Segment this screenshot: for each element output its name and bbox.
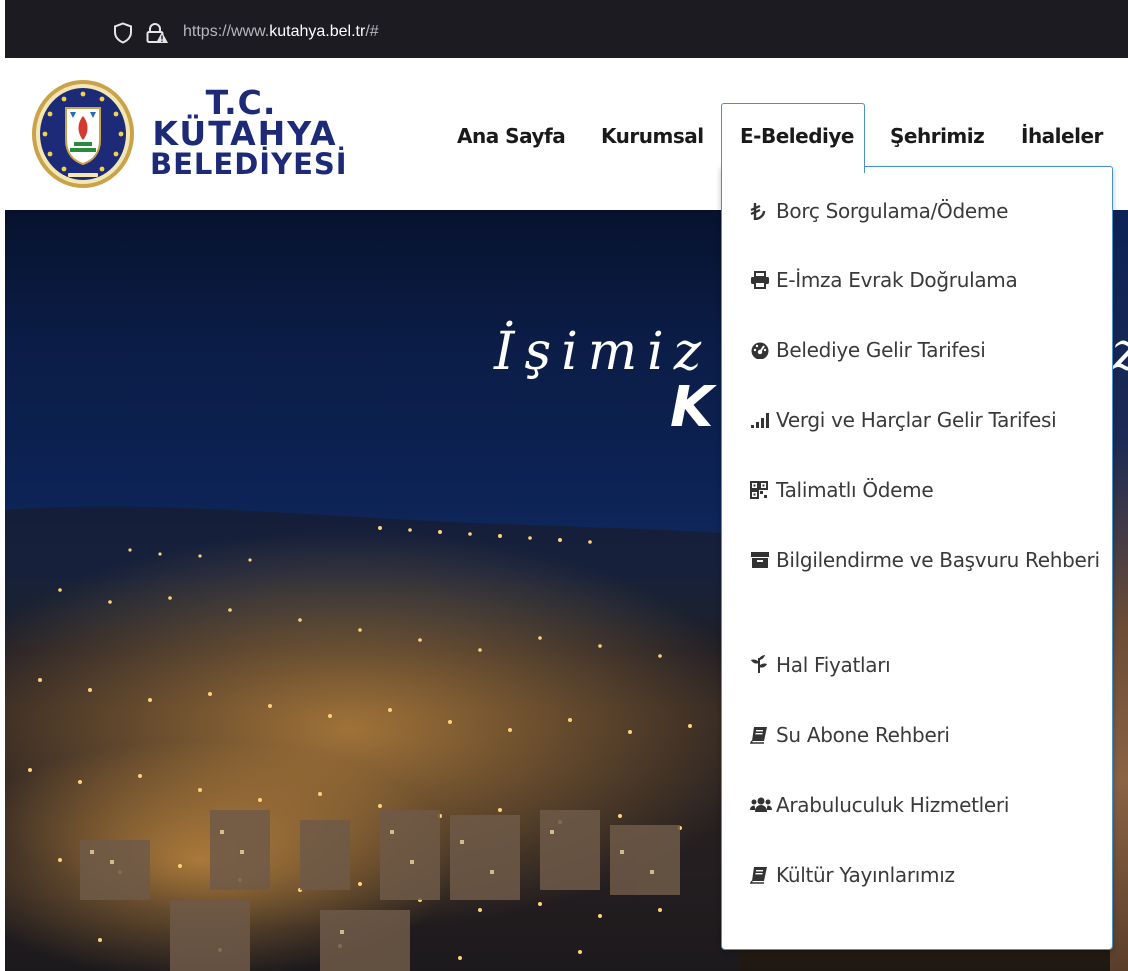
- logo-wordmark[interactable]: T.C. KÜTAHYA BELEDİYESİ: [150, 86, 348, 186]
- menu-item-label: Arabuluculuk Hizmetleri: [776, 793, 1010, 817]
- menu-item-label: Belediye Gelir Tarifesi: [776, 338, 986, 362]
- nav-kurumsal[interactable]: Kurumsal: [601, 124, 704, 148]
- url-text[interactable]: https://www.kutahya.bel.tr/#: [183, 23, 379, 41]
- hero-slogan-tail: z: [1112, 322, 1128, 382]
- lock-warning-icon[interactable]: [145, 22, 169, 44]
- menu-item-label: E-İmza Evrak Doğrulama: [776, 268, 1018, 292]
- book-icon: [749, 859, 776, 895]
- menu-item-label: Su Abone Rehberi: [776, 723, 950, 747]
- e-belediye-dropdown: Borç Sorgulama/Ödeme E-İmza Evrak Doğrul…: [721, 166, 1113, 950]
- dashboard-icon: [750, 334, 776, 370]
- pagelines-icon: [750, 649, 776, 685]
- menu-item-e-imza[interactable]: E-İmza Evrak Doğrulama: [750, 262, 1100, 300]
- menu-item-label: Borç Sorgulama/Ödeme: [776, 199, 1009, 223]
- nav-ihaleler[interactable]: İhaleler: [1021, 124, 1103, 148]
- nav-e-belediye[interactable]: E-Belediye: [740, 124, 854, 148]
- menu-item-label: Vergi ve Harçlar Gelir Tarifesi: [776, 408, 1057, 432]
- hero-slogan-line2: K: [670, 375, 714, 440]
- signal-icon: [750, 404, 776, 440]
- hero-slogan: İşimiz: [494, 322, 712, 382]
- menu-item-kultur-yayinlari[interactable]: Kültür Yayınlarımız: [749, 857, 1100, 895]
- menu-item-label: Hal Fiyatları: [776, 653, 891, 677]
- logo-line-municipality: BELEDİYESİ: [150, 147, 348, 181]
- menu-item-label: Kültür Yayınlarımız: [776, 863, 955, 887]
- municipality-emblem[interactable]: [30, 78, 136, 190]
- menu-item-vergi-harclar[interactable]: Vergi ve Harçlar Gelir Tarifesi: [750, 402, 1100, 440]
- nav-sehrimiz[interactable]: Şehrimiz: [890, 124, 985, 148]
- url-domain: kutahya.bel.tr: [269, 23, 366, 40]
- lira-icon: [750, 195, 776, 231]
- shield-icon[interactable]: [113, 22, 133, 44]
- archive-icon: [750, 544, 776, 580]
- menu-item-arabuluculuk[interactable]: Arabuluculuk Hizmetleri: [750, 787, 1100, 825]
- hero-left-edge: [0, 210, 5, 971]
- menu-item-label: Bilgilendirme ve Başvuru Rehberi: [776, 548, 1100, 572]
- menu-item-hal-fiyatlari[interactable]: Hal Fiyatları: [750, 647, 1100, 685]
- nav-ana-sayfa[interactable]: Ana Sayfa: [457, 124, 566, 148]
- logo-line-city: KÜTAHYA: [152, 114, 338, 153]
- book-icon: [749, 719, 776, 755]
- url-bar[interactable]: https://www.kutahya.bel.tr/#: [5, 0, 1128, 58]
- printer-icon: [750, 264, 776, 300]
- menu-item-bilgilendirme[interactable]: Bilgilendirme ve Başvuru Rehberi: [750, 542, 1100, 580]
- users-icon: [750, 789, 776, 825]
- menu-item-su-abone[interactable]: Su Abone Rehberi: [749, 717, 1100, 755]
- menu-item-talimatli-odeme[interactable]: Talimatlı Ödeme: [750, 472, 1100, 510]
- menu-item-borc-sorgulama[interactable]: Borç Sorgulama/Ödeme: [750, 193, 1100, 231]
- menu-item-label: Talimatlı Ödeme: [776, 478, 934, 502]
- qrcode-icon: [750, 474, 776, 510]
- menu-item-gelir-tarifesi[interactable]: Belediye Gelir Tarifesi: [750, 332, 1100, 370]
